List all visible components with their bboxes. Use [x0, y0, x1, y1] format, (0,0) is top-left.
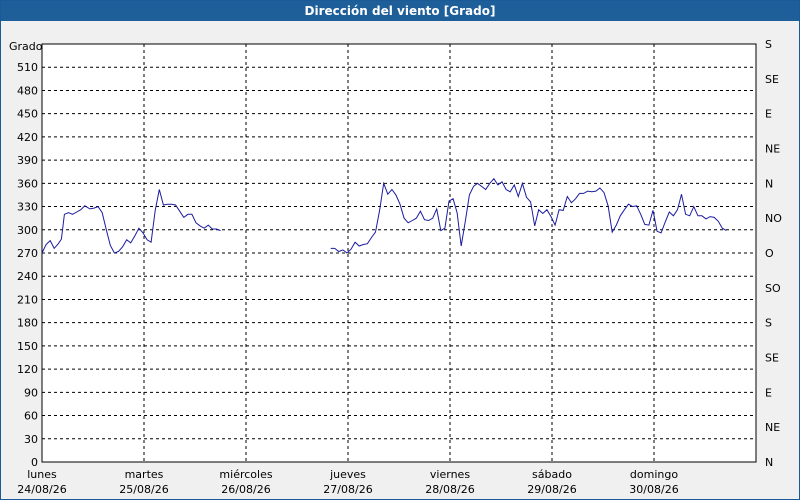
- y-tick-label: 150: [17, 340, 38, 353]
- y-tick-label: 120: [17, 363, 38, 376]
- y-tick-label: 180: [17, 317, 38, 330]
- x-tick-date: 27/08/26: [323, 483, 372, 496]
- right-axis-label: SE: [765, 73, 779, 86]
- window-title: Dirección del viento [Grado]: [1, 1, 799, 21]
- y-tick-label: 510: [17, 61, 38, 74]
- right-axis-label: NO: [765, 212, 782, 225]
- y-tick-label: 480: [17, 84, 38, 97]
- right-axis-label: N: [765, 456, 773, 469]
- x-tick-date: 25/08/26: [119, 483, 168, 496]
- x-tick-day: martes: [125, 468, 164, 481]
- x-tick-day: lunes: [27, 468, 57, 481]
- x-tick-day: domingo: [630, 468, 678, 481]
- y-tick-label: 60: [24, 410, 38, 423]
- y-tick-label: 300: [17, 224, 38, 237]
- y-tick-label: 270: [17, 247, 38, 260]
- right-axis-label: E: [765, 108, 772, 121]
- right-axis-label: NE: [765, 143, 780, 156]
- y-axis-label: Grado: [9, 40, 43, 53]
- x-tick-date: 26/08/26: [221, 483, 270, 496]
- x-tick-date: 24/08/26: [17, 483, 66, 496]
- right-axis-label: S: [765, 38, 772, 51]
- chart-window: Dirección del viento [Grado] Grado 0 30 60…: [0, 0, 800, 500]
- x-tick-date: 28/08/26: [425, 483, 474, 496]
- y-tick-label: 30: [24, 433, 38, 446]
- y-tick-label: 240: [17, 270, 38, 283]
- y-tick-label: 210: [17, 293, 38, 306]
- wind-direction-chart: Grado 0306090120150180210240270300330360…: [9, 38, 782, 496]
- y-tick-label: 450: [17, 108, 38, 121]
- x-tick-labels: lunes 24/08/26 martes 25/08/26 miércoles 26/0…: [17, 468, 678, 496]
- x-tick-day: viernes: [430, 468, 470, 481]
- y-tick-label: 390: [17, 154, 38, 167]
- x-tick-date: 29/08/26: [527, 483, 576, 496]
- right-axis-label: N: [765, 177, 773, 190]
- y-tick-label: 420: [17, 131, 38, 144]
- x-tick-day: sábado: [532, 468, 572, 481]
- right-axis-labels: N NE E SE S SO O NO N NE E SE S: [765, 38, 782, 469]
- right-axis-label: SO: [765, 282, 781, 295]
- y-tick-label: 330: [17, 201, 38, 214]
- right-axis-label: E: [765, 386, 772, 399]
- right-axis-label: O: [765, 247, 774, 260]
- y-tick-labels: 0306090120150180210240270300330360390420…: [17, 61, 38, 469]
- right-axis-label: S: [765, 317, 772, 330]
- y-tick-label: 360: [17, 177, 38, 190]
- x-tick-day: miércoles: [219, 468, 272, 481]
- right-axis-label: SE: [765, 352, 779, 365]
- right-axis-label: NE: [765, 421, 780, 434]
- y-tick-label: 90: [24, 386, 38, 399]
- x-tick-day: jueves: [329, 468, 366, 481]
- x-tick-date: 30/08/26: [629, 483, 678, 496]
